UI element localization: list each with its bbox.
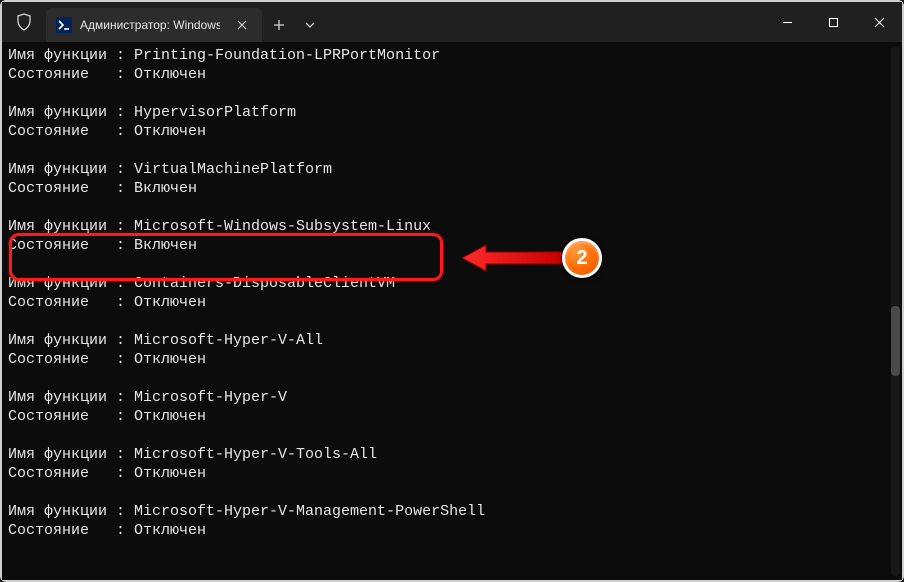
output-line-feature-name: Имя функции : HypervisorPlatform	[8, 103, 896, 122]
output-line-feature-name: Имя функции : Microsoft-Hyper-V	[8, 388, 896, 407]
output-line-feature-name: Имя функции : Microsoft-Hyper-V-Manageme…	[8, 502, 896, 521]
maximize-icon	[828, 17, 839, 28]
scrollbar-track[interactable]	[891, 46, 900, 576]
tab-active[interactable]: Администратор: Windows Pc	[46, 8, 262, 42]
tab-title: Администратор: Windows Pc	[80, 18, 220, 32]
output-line-feature-name: Имя функции : Containers-DisposableClien…	[8, 274, 896, 293]
output-line-state: Состояние : Отключен	[8, 350, 896, 369]
blank-line	[8, 426, 896, 445]
chevron-down-icon	[305, 22, 315, 28]
output-line-state: Состояние : Отключен	[8, 293, 896, 312]
minimize-button[interactable]	[764, 2, 810, 42]
window-controls	[764, 2, 902, 42]
blank-line	[8, 312, 896, 331]
output-line-state: Состояние : Включен	[8, 236, 896, 255]
app-shield-icon-wrap	[2, 2, 46, 42]
powershell-icon	[56, 17, 72, 33]
output-line-state: Состояние : Отключен	[8, 122, 896, 141]
blank-line	[8, 141, 896, 160]
terminal-output[interactable]: Имя функции : Printing-Foundation-LPRPor…	[2, 42, 902, 580]
blank-line	[8, 84, 896, 103]
output-line-feature-name: Имя функции : Printing-Foundation-LPRPor…	[8, 46, 896, 65]
titlebar: Администратор: Windows Pc	[2, 2, 902, 42]
scrollbar-thumb[interactable]	[891, 306, 900, 376]
blank-line	[8, 483, 896, 502]
blank-line	[8, 198, 896, 217]
blank-line	[8, 369, 896, 388]
output-line-feature-name: Имя функции : Microsoft-Hyper-V-Tools-Al…	[8, 445, 896, 464]
output-line-feature-name: Имя функции : Microsoft-Hyper-V-All	[8, 331, 896, 350]
close-icon	[237, 20, 247, 30]
minimize-icon	[782, 17, 793, 28]
tab-close-button[interactable]	[232, 15, 252, 35]
output-line-state: Состояние : Отключен	[8, 65, 896, 84]
output-line-state: Состояние : Отключен	[8, 521, 896, 540]
blank-line	[8, 255, 896, 274]
shield-icon	[16, 13, 32, 31]
close-icon	[874, 17, 885, 28]
output-line-state: Состояние : Отключен	[8, 407, 896, 426]
new-tab-button[interactable]	[262, 8, 296, 42]
output-line-state: Состояние : Отключен	[8, 464, 896, 483]
output-line-state: Состояние : Включен	[8, 179, 896, 198]
close-window-button[interactable]	[856, 2, 902, 42]
maximize-button[interactable]	[810, 2, 856, 42]
tab-dropdown-button[interactable]	[296, 8, 324, 42]
plus-icon	[273, 19, 285, 31]
output-line-feature-name: Имя функции : Microsoft-Windows-Subsyste…	[8, 217, 896, 236]
output-line-feature-name: Имя функции : VirtualMachinePlatform	[8, 160, 896, 179]
